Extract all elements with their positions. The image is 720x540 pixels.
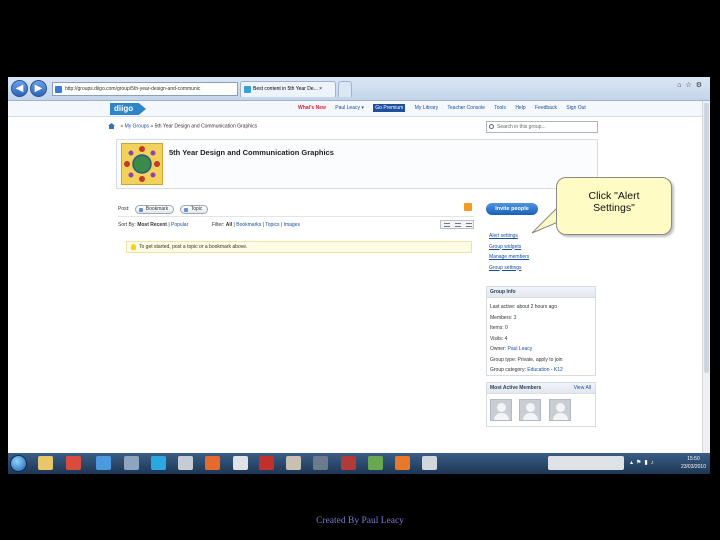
app-icon[interactable]: [313, 456, 328, 470]
app-icon[interactable]: [286, 456, 301, 470]
clock-time: 15:50: [687, 456, 700, 462]
itunes-icon[interactable]: [124, 456, 139, 470]
internet-explorer-icon[interactable]: [96, 456, 111, 470]
app-icon[interactable]: [368, 456, 383, 470]
tray-icons[interactable]: ▴⚑▮♪: [630, 459, 657, 466]
explorer-icon[interactable]: [38, 456, 53, 470]
clock-date: 23/03/2010: [680, 464, 706, 470]
app-icon[interactable]: [233, 456, 248, 470]
chrome-icon[interactable]: [66, 456, 81, 470]
start-button[interactable]: [10, 455, 27, 472]
firefox-icon[interactable]: [395, 456, 410, 470]
solidworks-icon[interactable]: [259, 456, 274, 470]
credit-text: Created By Paul Leacy: [316, 516, 404, 526]
app-icon[interactable]: [178, 456, 193, 470]
app-icon[interactable]: [341, 456, 356, 470]
system-clock[interactable]: 15:50 23/03/2010: [681, 455, 706, 471]
media-player-tray[interactable]: [548, 456, 624, 470]
skype-icon[interactable]: [151, 456, 166, 470]
windows-taskbar: ▴⚑▮♪ 15:50 23/03/2010: [8, 453, 710, 474]
callout-line-1: Click "Alert: [588, 190, 640, 202]
app-icon[interactable]: [422, 456, 437, 470]
screenshot-window: ◀ ▶ http://groups.diigo.com/group/5th-ye…: [8, 77, 710, 474]
powerpoint-icon[interactable]: [205, 456, 220, 470]
callout-line-2: Settings": [593, 202, 635, 214]
alert-settings-callout: Click "Alert Settings": [556, 177, 672, 235]
callout-pointer: [531, 204, 571, 234]
